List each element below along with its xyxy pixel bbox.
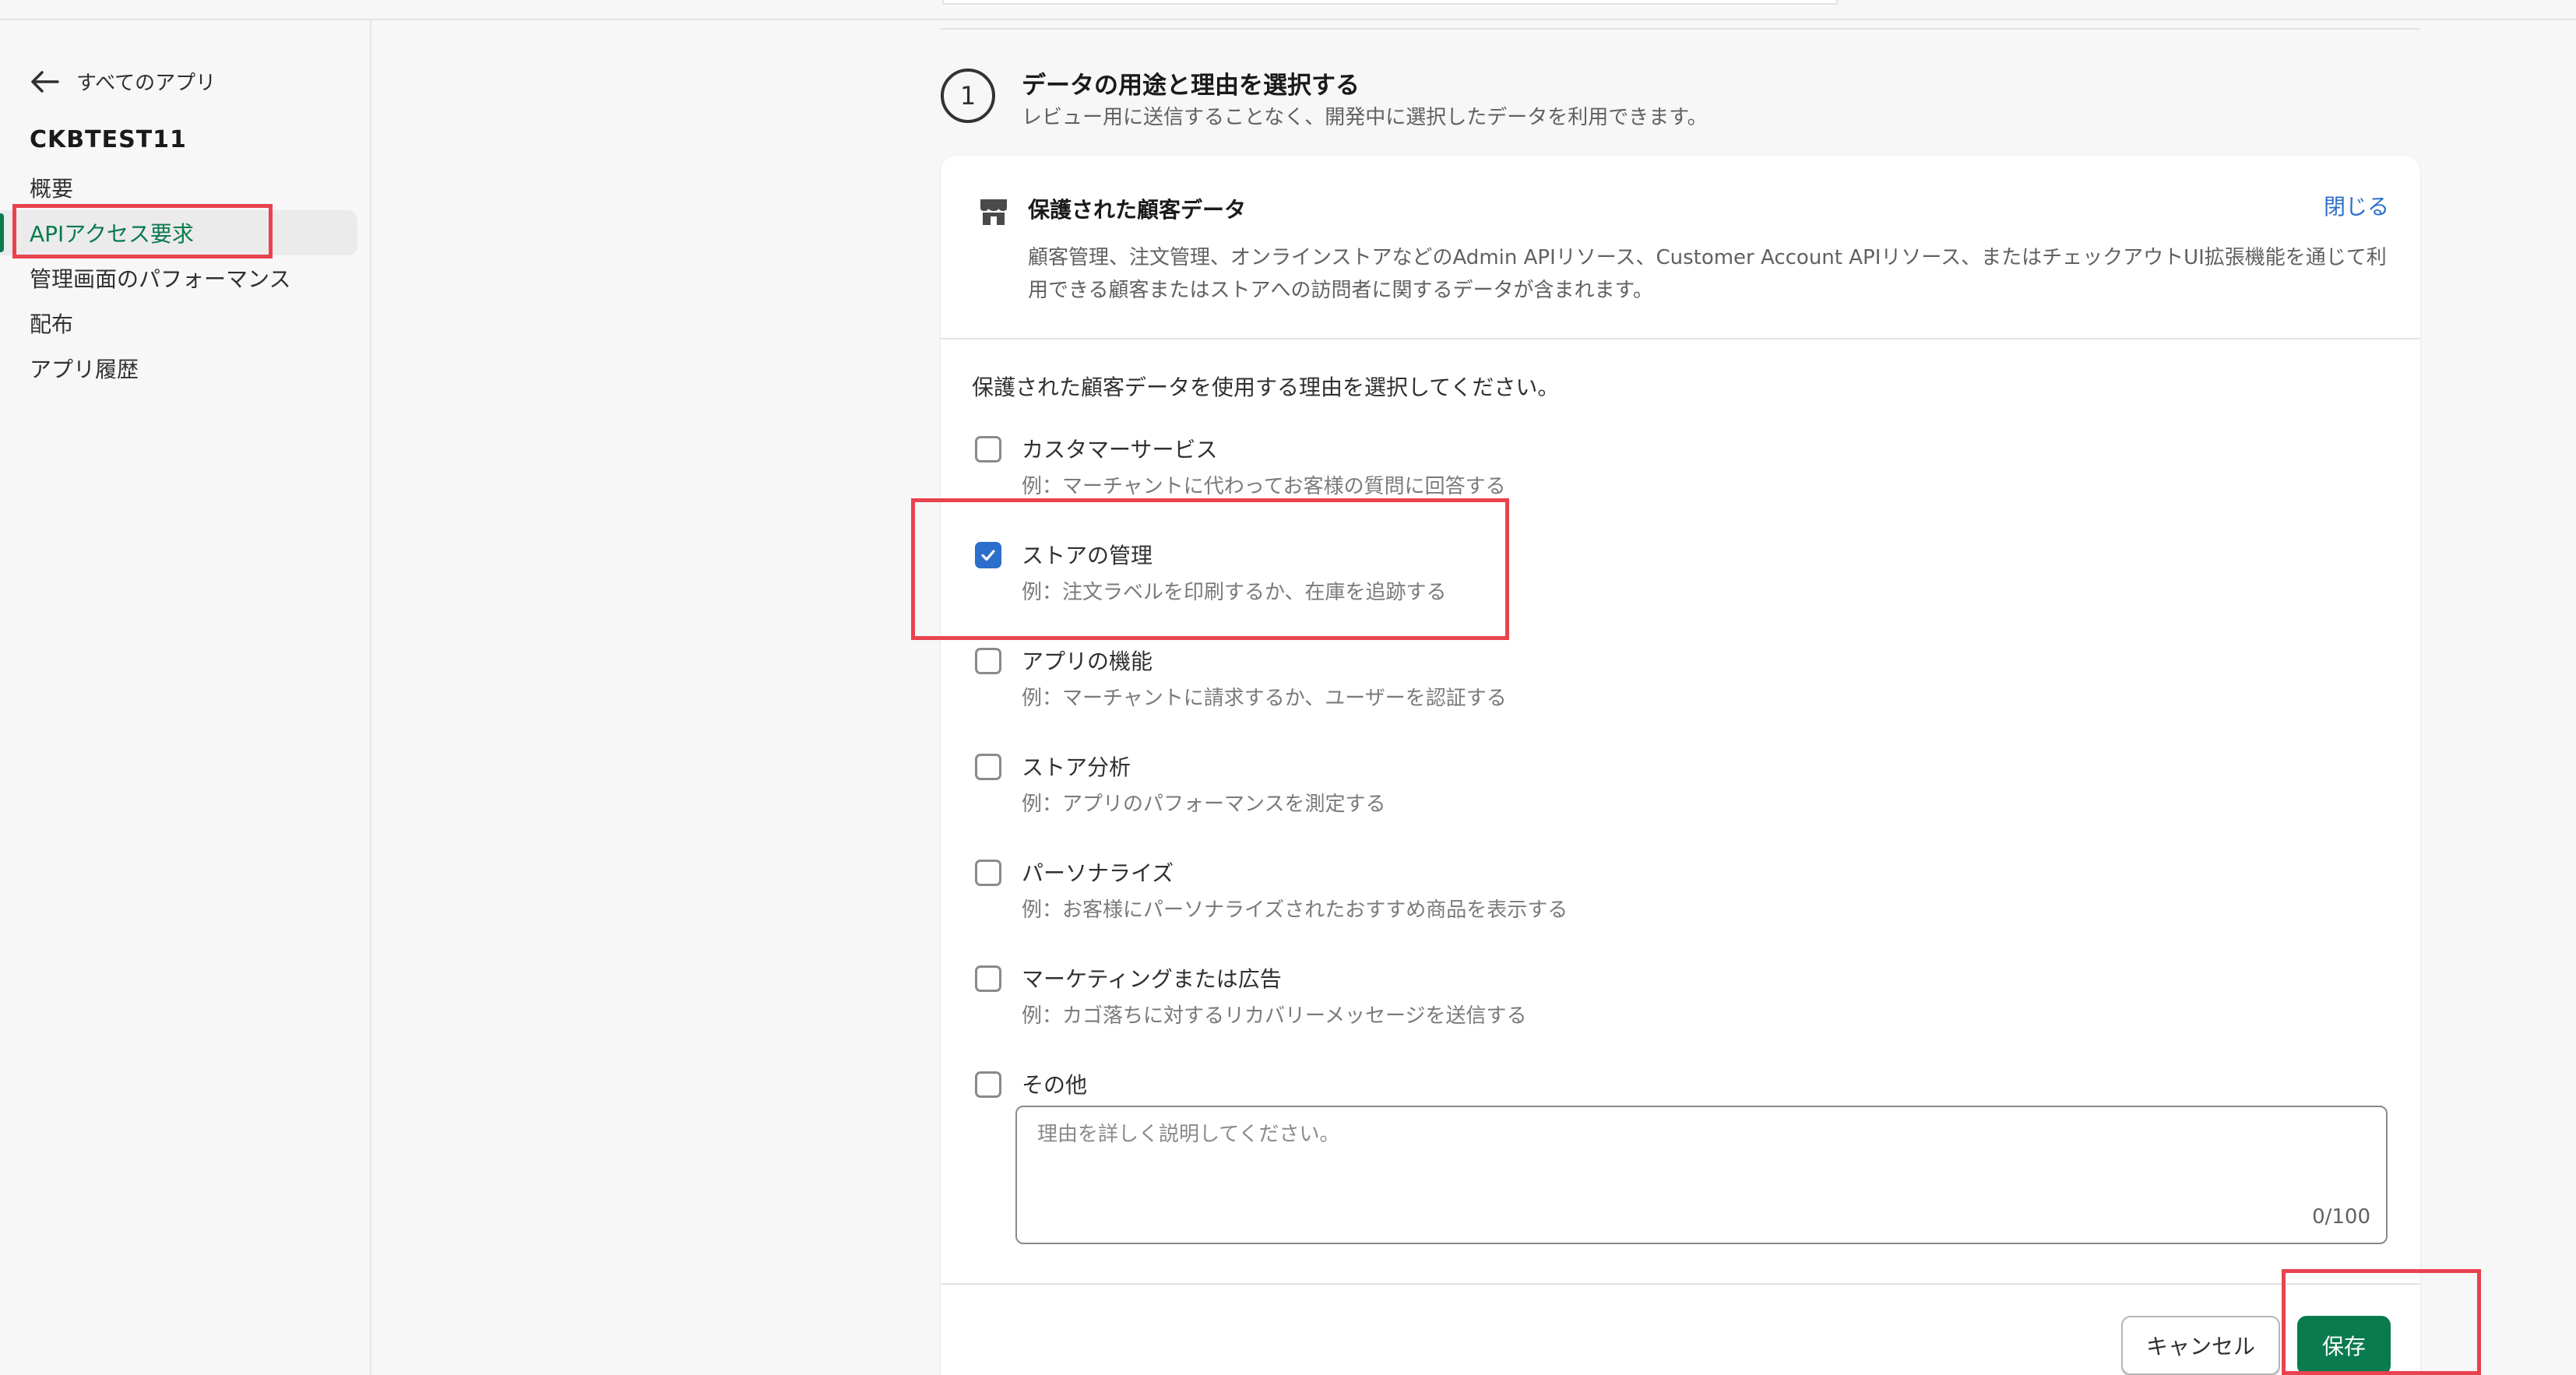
checkbox-app-functionality[interactable] <box>975 648 1001 674</box>
checkbox-other[interactable] <box>975 1071 1001 1098</box>
step-number-badge: 1 <box>941 69 995 123</box>
top-panel-edge <box>942 0 1838 5</box>
checkmark-icon <box>981 550 995 561</box>
protected-data-card: 保護された顧客データ 閉じる 顧客管理、注文管理、オンラインストアなどのAdmi… <box>941 156 2420 1375</box>
option-label: パーソナライズ <box>1022 860 1174 886</box>
checkbox-customer-service[interactable] <box>975 436 1001 462</box>
sidebar-item-distribution[interactable]: 配布 <box>0 301 371 346</box>
card-footer-divider <box>941 1283 2420 1285</box>
save-button[interactable]: 保存 <box>2297 1316 2391 1375</box>
option-label: アプリの機能 <box>1022 649 1153 674</box>
option-label: マーケティングまたは広告 <box>1022 966 1282 992</box>
option-label: ストアの管理 <box>1022 543 1153 568</box>
section-divider <box>941 28 2420 30</box>
sidebar-item-label: 管理画面のパフォーマンス <box>30 266 291 292</box>
card-description: 顧客管理、注文管理、オンラインストアなどのAdmin APIリソース、Custo… <box>1028 246 2387 302</box>
arrow-left-icon <box>31 70 59 93</box>
checkbox-store-analytics[interactable] <box>975 754 1001 780</box>
section-title: データの用途と理由を選択する <box>1022 72 1360 100</box>
sidebar-item-label: アプリ履歴 <box>30 357 139 382</box>
option-label: カスタマーサービス <box>1022 437 1218 462</box>
option-example: 例：マーチャントに代わってお客様の質問に回答する <box>1022 475 1506 498</box>
app-name: CKBTEST11 <box>30 126 187 153</box>
reason-placeholder: 理由を詳しく説明してください。 <box>1037 1123 1340 1146</box>
store-icon <box>980 199 1007 225</box>
close-link[interactable]: 閉じる <box>2324 190 2389 221</box>
sidebar-nav: 概要 APIアクセス要求 管理画面のパフォーマンス 配布 アプリ履歴 <box>0 165 371 391</box>
sidebar-item-app-history[interactable]: アプリ履歴 <box>0 346 371 391</box>
option-example: 例：アプリのパフォーマンスを測定する <box>1022 793 1386 816</box>
option-label: その他 <box>1022 1072 1088 1098</box>
sidebar-item-label: 概要 <box>30 176 74 202</box>
option-example: 例：注文ラベルを印刷するか、在庫を追跡する <box>1022 581 1447 604</box>
option-example: 例：カゴ落ちに対するリカバリーメッセージを送信する <box>1022 1004 1527 1028</box>
section-subtitle: レビュー用に送信することなく、開発中に選択したデータを利用できます。 <box>1022 106 1708 129</box>
reason-prompt: 保護された顧客データを使用する理由を選択してください。 <box>972 375 1560 400</box>
back-link-label: すべてのアプリ <box>76 72 216 95</box>
checkbox-personalization[interactable] <box>975 860 1001 886</box>
card-title: 保護された顧客データ <box>1028 197 1247 223</box>
sidebar-item-overview[interactable]: 概要 <box>0 165 371 210</box>
character-counter: 0/100 <box>2312 1205 2370 1229</box>
sidebar-item-label: APIアクセス要求 <box>30 221 194 247</box>
option-example: 例：マーチャントに請求するか、ユーザーを認証する <box>1022 687 1507 710</box>
reason-textarea[interactable]: 理由を詳しく説明してください。 0/100 <box>1015 1106 2388 1244</box>
sidebar-item-label: 配布 <box>30 311 74 337</box>
sidebar-item-admin-performance[interactable]: 管理画面のパフォーマンス <box>0 255 371 301</box>
card-header: 保護された顧客データ 閉じる 顧客管理、注文管理、オンラインストアなどのAdmi… <box>941 156 2420 339</box>
sidebar-item-api-access-request[interactable]: APIアクセス要求 <box>0 210 357 255</box>
back-to-all-apps-link[interactable]: すべてのアプリ <box>30 67 216 96</box>
option-label: ストア分析 <box>1022 754 1131 780</box>
cancel-button[interactable]: キャンセル <box>2121 1316 2280 1375</box>
checkbox-marketing[interactable] <box>975 965 1001 992</box>
sidebar: すべてのアプリ CKBTEST11 概要 APIアクセス要求 管理画面のパフォー… <box>0 20 371 1375</box>
option-example: 例：お客様にパーソナライズされたおすすめ商品を表示する <box>1022 898 1568 922</box>
checkbox-store-management[interactable] <box>975 542 1001 568</box>
